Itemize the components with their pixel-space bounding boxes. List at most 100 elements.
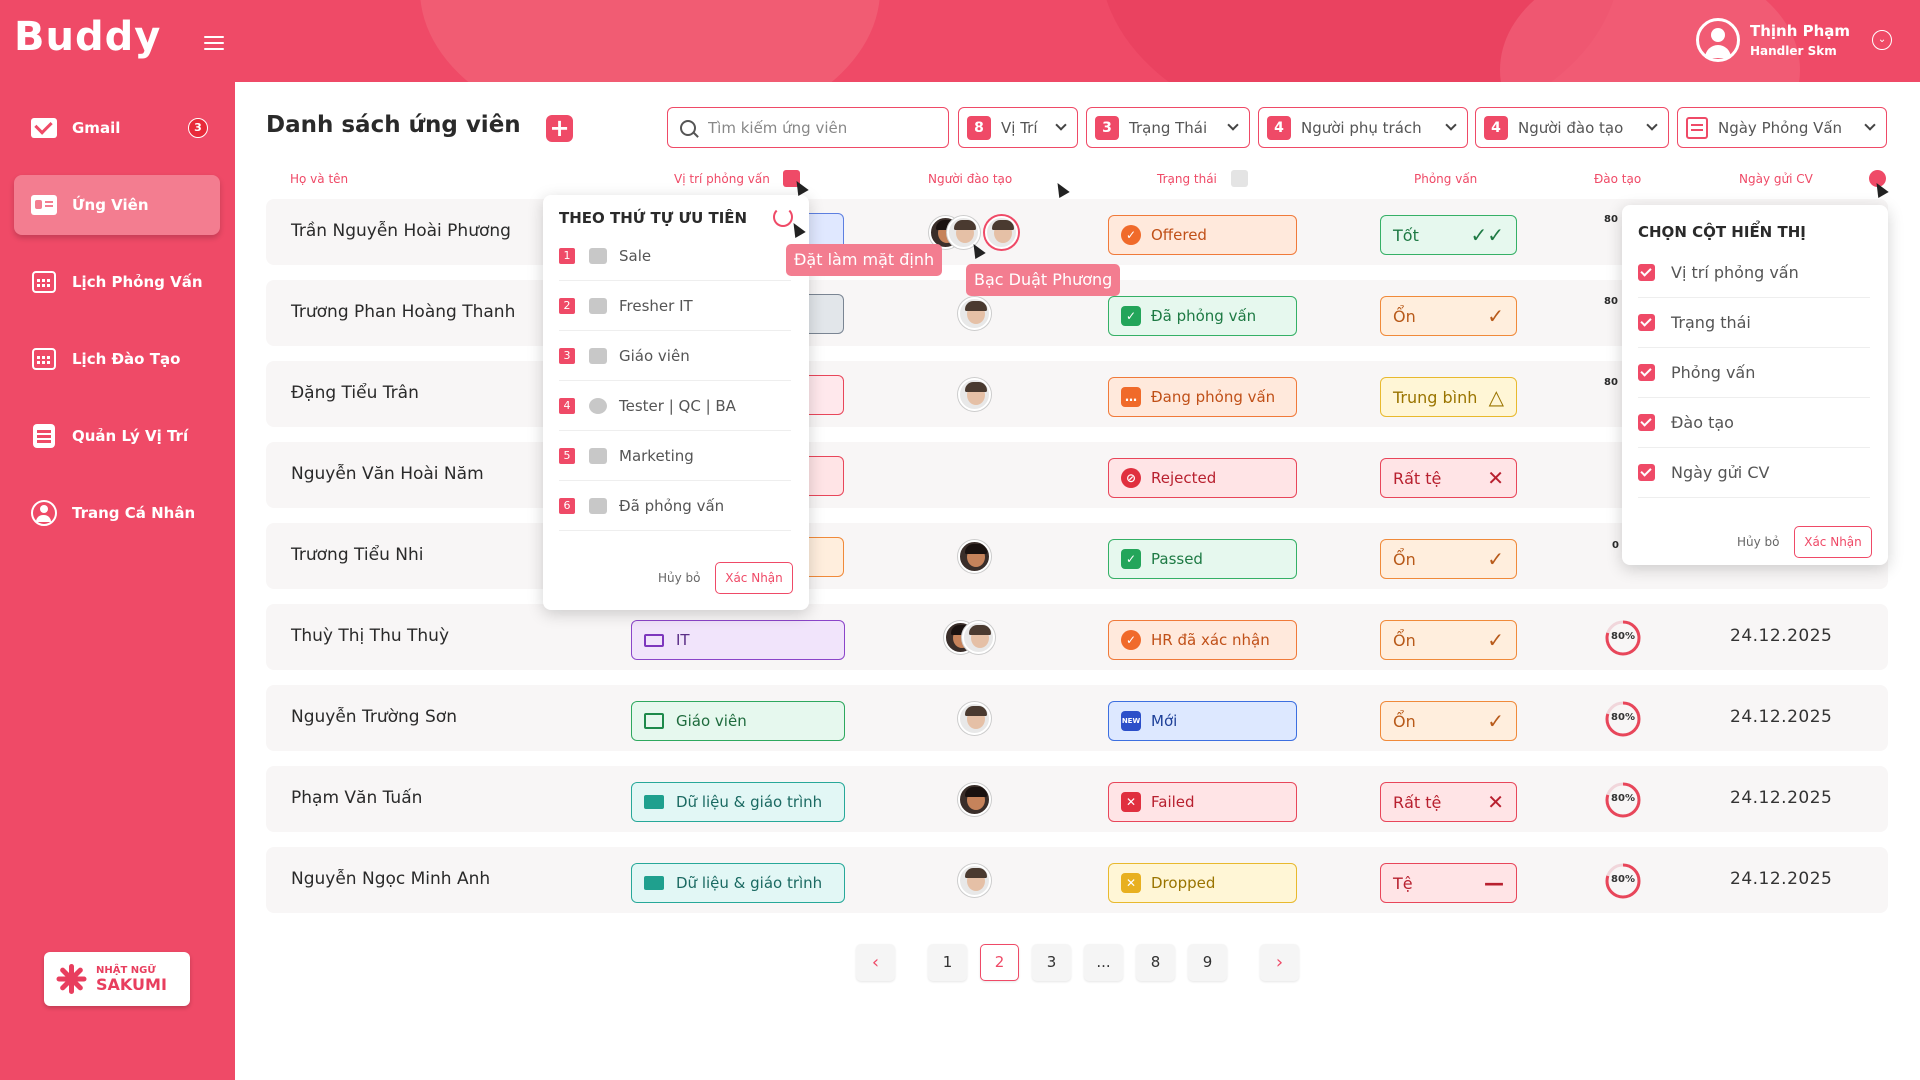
app-logo[interactable]: Buddy (14, 14, 161, 60)
notification-badge: 3 (188, 118, 208, 138)
pagination-page[interactable]: 3 (1032, 944, 1071, 981)
avatar[interactable] (985, 216, 1018, 249)
column-panel-title: CHỌN CỘT HIỂN THỊ (1638, 223, 1806, 241)
interview-eval-badge[interactable]: Tệ — (1380, 863, 1517, 903)
checkbox-checked-icon[interactable] (1638, 264, 1655, 281)
status-badge[interactable]: … Đang phỏng vấn (1108, 377, 1297, 417)
status-badge[interactable]: NEW Mới (1108, 701, 1297, 741)
priority-item[interactable]: 3 Giáo viên (559, 331, 791, 381)
chevron-down-icon[interactable]: ⌄ (1872, 30, 1893, 50)
priority-item[interactable]: 5 Marketing (559, 431, 791, 481)
status-badge[interactable]: ✕ Dropped (1108, 863, 1297, 903)
filter-nguoi-phu-trach[interactable]: 4 Người phụ trách (1258, 107, 1468, 148)
column-option[interactable]: Phỏng vấn (1638, 348, 1870, 398)
column-header-cv-date[interactable]: Ngày gửi CV (1739, 172, 1813, 186)
column-header-name[interactable]: Họ và tên (290, 172, 348, 186)
position-badge[interactable]: Giáo viên (631, 701, 845, 741)
checkbox-checked-icon[interactable] (1638, 314, 1655, 331)
column-header-training[interactable]: Đào tạo (1594, 172, 1641, 186)
column-option[interactable]: Đào tạo (1638, 398, 1870, 448)
sidebar-item-label: Trang Cá Nhân (72, 504, 196, 522)
position-badge[interactable]: IT (631, 620, 845, 660)
table-row[interactable]: Phạm Văn Tuấn Dữ liệu & giáo trình ✕ Fail… (266, 766, 1888, 832)
sidebar-item-ung-vien[interactable]: Ứng Viên (14, 175, 220, 235)
cancel-button[interactable]: Hủy bỏ (658, 571, 701, 585)
filter-vi-tri[interactable]: 8 Vị Trí (958, 107, 1078, 148)
interview-eval-badge[interactable]: Ổn ✓ (1380, 539, 1517, 579)
candidate-name: Nguyễn Trường Sơn (291, 707, 457, 727)
status-badge[interactable]: ✓ Đã phỏng vấn (1108, 296, 1297, 336)
confirm-button[interactable]: Xác Nhận (715, 562, 793, 594)
cv-date: 24.12.2025 (1730, 788, 1833, 808)
interview-eval-badge[interactable]: Ổn ✓ (1380, 701, 1517, 741)
column-option[interactable]: Ngày gửi CV (1638, 448, 1870, 498)
interview-eval-badge[interactable]: Ổn ✓ (1380, 296, 1517, 336)
pagination-page[interactable]: 9 (1188, 944, 1227, 981)
priority-item[interactable]: 1 Sale (559, 231, 791, 281)
column-option[interactable]: Vị trí phỏng vấn (1638, 248, 1870, 298)
table-row[interactable]: Nguyễn Trường Sơn Giáo viên NEW Mới Ổn ✓ 8… (266, 685, 1888, 751)
sidebar-item-lich-phong-van[interactable]: Lịch Phỏng Vấn (14, 252, 220, 312)
training-progress-label: 80 (1604, 296, 1618, 307)
sakura-icon (54, 962, 88, 996)
status-badge[interactable]: ✕ Failed (1108, 782, 1297, 822)
sidebar-item-quan-ly-vi-tri[interactable]: Quản Lý Vị Trí (14, 406, 220, 466)
interview-eval-badge[interactable]: Tốt ✓✓ (1380, 215, 1517, 255)
priority-item[interactable]: 2 Fresher IT (559, 281, 791, 331)
status-badge[interactable]: ⊘ Rejected (1108, 458, 1297, 498)
filter-ngay-phong-van[interactable]: Ngày Phỏng Vấn (1677, 107, 1887, 148)
pagination-page[interactable]: 1 (928, 944, 967, 981)
add-candidate-button[interactable]: + (546, 115, 573, 142)
interview-eval-badge[interactable]: Rất tệ ✕ (1380, 458, 1517, 498)
sidebar-item-gmail[interactable]: Gmail 3 (14, 98, 220, 158)
user-role: Handler Skm (1750, 44, 1837, 58)
column-header-interview[interactable]: Phỏng vấn (1414, 172, 1477, 186)
column-header-trainer[interactable]: Người đào tạo (928, 172, 1012, 186)
status-badge[interactable]: ✓ Offered (1108, 215, 1297, 255)
pagination-next[interactable]: › (1260, 944, 1299, 981)
column-header-position[interactable]: Vị trí phỏng vấn (674, 172, 770, 186)
filter-trang-thai[interactable]: 3 Trạng Thái (1086, 107, 1250, 148)
table-row[interactable]: Nguyễn Ngọc Minh Anh Dữ liệu & giáo trìn… (266, 847, 1888, 913)
menu-toggle-icon[interactable] (204, 36, 224, 50)
close-square-icon: ✕ (1121, 873, 1141, 893)
list-icon (30, 424, 58, 448)
sidebar-item-label: Lịch Đào Tạo (72, 350, 181, 368)
table-row[interactable]: Thuỳ Thị Thu Thuỳ IT ✓ HR đã xác nhận Ổn ✓… (266, 604, 1888, 670)
priority-item[interactable]: 4 Tester | QC | BA (559, 381, 791, 431)
confirm-button[interactable]: Xác Nhận (1794, 526, 1872, 558)
search-input[interactable] (708, 118, 928, 137)
sidebar-item-label: Quản Lý Vị Trí (72, 427, 189, 445)
checkbox-checked-icon[interactable] (1638, 364, 1655, 381)
pagination-page-current[interactable]: 2 (980, 944, 1019, 981)
pagination-page[interactable]: 8 (1136, 944, 1175, 981)
status-badge[interactable]: ✓ HR đã xác nhận (1108, 620, 1297, 660)
filter-list-icon[interactable] (1231, 170, 1248, 187)
column-chooser-panel: CHỌN CỘT HIỂN THỊ Vị trí phỏng vấn Trạng… (1622, 205, 1888, 565)
status-badge[interactable]: ✓ Passed (1108, 539, 1297, 579)
cancel-button[interactable]: Hủy bỏ (1737, 535, 1780, 549)
column-header-status[interactable]: Trạng thái (1157, 172, 1217, 186)
pagination-prev[interactable]: ‹ (856, 944, 895, 981)
position-badge[interactable]: Dữ liệu & giáo trình (631, 782, 845, 822)
interview-eval-badge[interactable]: Ổn ✓ (1380, 620, 1517, 660)
sidebar-item-trang-ca-nhan[interactable]: Trang Cá Nhân (14, 483, 220, 543)
column-option[interactable]: Trạng thái (1638, 298, 1870, 348)
filter-nguoi-dao-tao[interactable]: 4 Người đào tạo (1475, 107, 1669, 148)
laptop-icon (589, 297, 607, 314)
position-badge[interactable]: Dữ liệu & giáo trình (631, 863, 845, 903)
badge-check-icon: ✓ (1121, 630, 1141, 650)
checkbox-checked-icon[interactable] (1638, 464, 1655, 481)
checkbox-checked-icon[interactable] (1638, 414, 1655, 431)
chevron-down-icon (1055, 119, 1067, 131)
interview-eval-badge[interactable]: Rất tệ ✕ (1380, 782, 1517, 822)
cv-date: 24.12.2025 (1730, 626, 1833, 646)
position-badge-clipped (808, 537, 844, 577)
sidebar-item-lich-dao-tao[interactable]: Lịch Đào Tạo (14, 329, 220, 389)
user-menu[interactable]: Thịnh Phạm Handler Skm ⌄ (1696, 18, 1893, 62)
priority-item[interactable]: 6 Đã phỏng vấn (559, 481, 791, 531)
sidebar: Gmail 3 Ứng Viên Lịch Phỏng Vấn Lịch Đào… (0, 82, 235, 1080)
interview-eval-badge[interactable]: Trung bình △ (1380, 377, 1517, 417)
check-square-icon: ✓ (1121, 306, 1141, 326)
calendar-icon (1686, 116, 1708, 139)
